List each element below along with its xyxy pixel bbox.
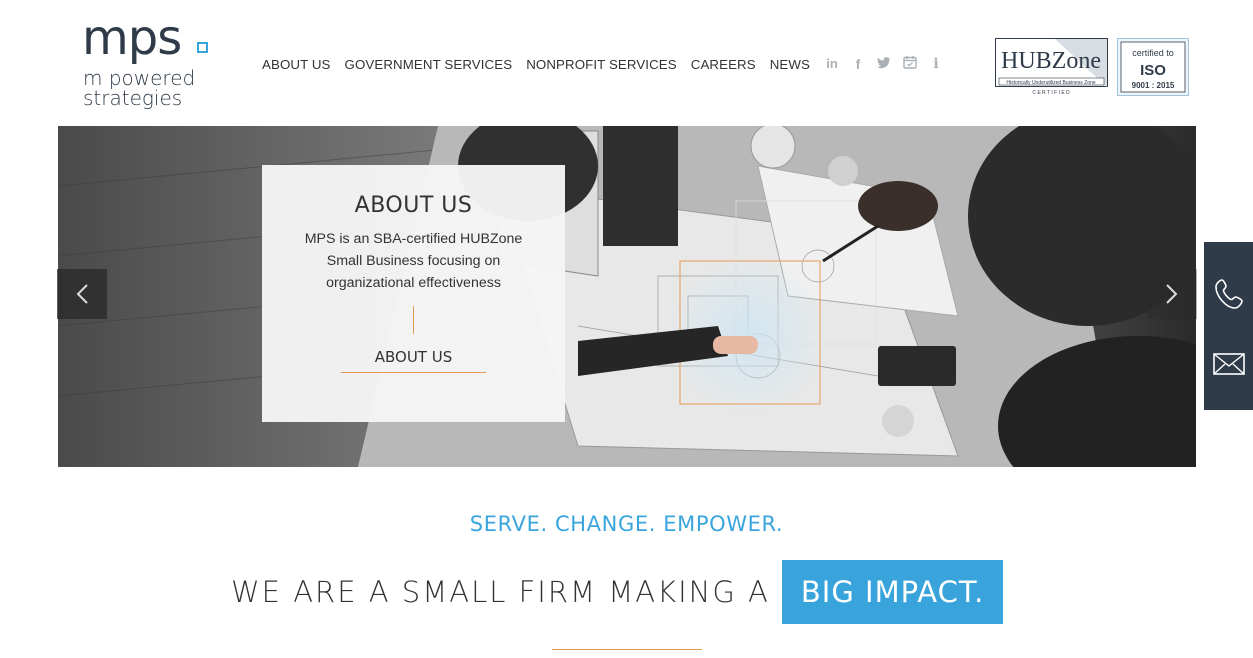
card-divider <box>413 306 414 334</box>
nav-nonprofit-services[interactable]: NONPROFIT SERVICES <box>526 57 677 72</box>
iso-number-text: 9001 : 2015 <box>1132 81 1175 90</box>
hero-slider-image <box>58 126 1196 467</box>
twitter-icon[interactable] <box>876 56 892 72</box>
iso-top-text: certified to <box>1132 48 1174 58</box>
phone-button[interactable] <box>1204 264 1253 324</box>
nav-government-services[interactable]: GOVERNMENT SERVICES <box>345 57 513 72</box>
tagline: SERVE. CHANGE. EMPOWER. <box>469 512 784 536</box>
nav-news[interactable]: NEWS <box>770 57 810 72</box>
logo-mark: mps <box>82 10 182 66</box>
calendar-icon[interactable] <box>902 55 918 72</box>
phone-icon <box>1214 279 1243 309</box>
hubzone-subtitle: Historically Underutilized Business Zone <box>1006 80 1095 86</box>
facebook-icon[interactable]: f <box>850 56 866 72</box>
contact-sidebar <box>1204 242 1253 410</box>
linkedin-icon[interactable]: in <box>824 56 840 71</box>
iso-main-text: ISO <box>1140 62 1166 79</box>
hero-photo <box>58 126 1196 467</box>
social-links: in f i <box>824 55 944 72</box>
email-button[interactable] <box>1204 334 1253 394</box>
hubzone-title: HUBZone <box>1001 48 1101 74</box>
info-icon[interactable]: i <box>928 56 944 72</box>
chevron-right-icon <box>1166 284 1178 304</box>
hubzone-badge: HUBZone Historically Underutilized Busin… <box>995 38 1109 96</box>
headline-underline <box>552 649 702 650</box>
nav-careers[interactable]: CAREERS <box>691 57 756 72</box>
main-nav: ABOUT US GOVERNMENT SERVICES NONPROFIT S… <box>262 57 810 72</box>
chevron-left-icon <box>76 284 88 304</box>
headline-text: WE ARE A SMALL FIRM MAKING A <box>231 575 770 609</box>
logo-line-2: strategies <box>83 86 183 110</box>
slider-prev-button[interactable] <box>57 269 107 319</box>
slider-next-button[interactable] <box>1147 269 1197 319</box>
headline-highlight: BIG IMPACT. <box>781 560 1004 624</box>
card-description: MPS is an SBA-certified HUBZone Small Bu… <box>304 231 523 291</box>
site-logo[interactable]: mps m powered strategies <box>82 12 212 112</box>
iso-badge: certified to ISO 9001 : 2015 <box>1117 38 1189 96</box>
nav-about-us[interactable]: ABOUT US <box>262 57 331 72</box>
logo-square-icon <box>197 42 208 53</box>
about-us-button[interactable]: ABOUT US <box>340 348 487 373</box>
mail-icon <box>1212 353 1245 375</box>
headline: WE ARE A SMALL FIRM MAKING A BIG IMPACT. <box>231 560 1004 624</box>
about-us-card: ABOUT US MPS is an SBA-certified HUBZone… <box>262 165 565 422</box>
card-title: ABOUT US <box>354 193 473 218</box>
hubzone-certified: C E R T I F I E D <box>1032 90 1070 96</box>
